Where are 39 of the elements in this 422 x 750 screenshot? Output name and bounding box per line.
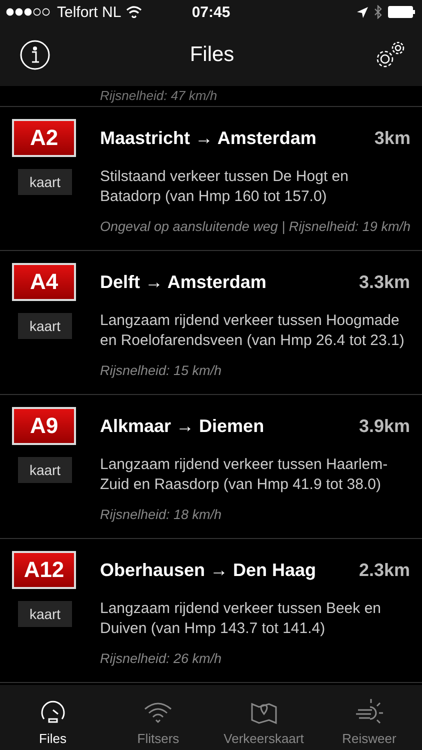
- speed-text: Rijsnelheid: 15 km/h: [100, 363, 223, 378]
- clock-time: 07:45: [192, 4, 230, 20]
- bluetooth-icon: [374, 5, 382, 19]
- jam-length: 3km: [374, 128, 410, 148]
- map-button[interactable]: kaart: [18, 313, 72, 339]
- tab-bar-item[interactable]: Files: [0, 685, 106, 750]
- carrier-name: Telfort NL: [57, 4, 122, 20]
- jam-length: 3.3km: [358, 272, 410, 292]
- road-number-badge: A9: [12, 407, 76, 445]
- jam-length: 2.3km: [358, 560, 410, 580]
- jam-description: Langzaam rijdend verkeer tussen Beek en Duiven (van Hmp 143.7 tot 141.4): [100, 599, 382, 639]
- map-button[interactable]: kaart: [18, 601, 72, 627]
- jam-description: Stilstaand verkeer tussen De Hogt en Batadorp (van Hmp 160 tot 157.0): [100, 167, 350, 207]
- route-title: Delft → Amsterdam: [100, 272, 266, 292]
- map-button[interactable]: kaart: [18, 457, 72, 483]
- jam-description: Langzaam rijdend verkeer tussen Haarlem-Zuid en Raasdorp (van Hmp 41.9 tot 38.0): [100, 455, 389, 495]
- wifi-icon: [126, 6, 142, 18]
- road-number-badge: A2: [12, 119, 76, 157]
- route-title: Alkmaar → Diemen: [100, 416, 264, 436]
- info-button[interactable]: [20, 40, 50, 70]
- speed-text: Ongeval op aansluitende weg | Rijsnelheid: 19 km/h: [100, 219, 410, 234]
- nav-title: Files: [190, 43, 234, 67]
- speed-text: Rijsnelheid: 18 km/h: [100, 507, 223, 522]
- tab-bar-item[interactable]: Flitsers: [106, 685, 211, 750]
- tab-bar-item[interactable]: Verkeerskaart: [211, 685, 316, 750]
- tab-bar-item[interactable]: Reisweer: [316, 685, 422, 750]
- jam-length: 3.9km: [358, 416, 410, 436]
- route-title: Maastricht → Amsterdam: [100, 128, 316, 148]
- signal-strength-icon: [6, 8, 52, 16]
- map-button[interactable]: kaart: [18, 169, 72, 195]
- battery-icon: [388, 6, 416, 18]
- settings-button[interactable]: [374, 40, 406, 70]
- speed-text: Rijsnelheid: 26 km/h: [100, 651, 223, 666]
- road-number-badge: A12: [12, 551, 76, 589]
- speed-text: Rijsnelheid: 47 km/h: [100, 88, 218, 104]
- road-number-badge: A4: [12, 263, 76, 301]
- jam-description: Langzaam rijdend verkeer tussen Hoogmade en Roelofarendsveen (van Hmp 26.4 tot 23.1): [100, 311, 406, 351]
- location-arrow-icon: [357, 6, 368, 18]
- route-title: Oberhausen → Den Haag: [100, 560, 316, 580]
